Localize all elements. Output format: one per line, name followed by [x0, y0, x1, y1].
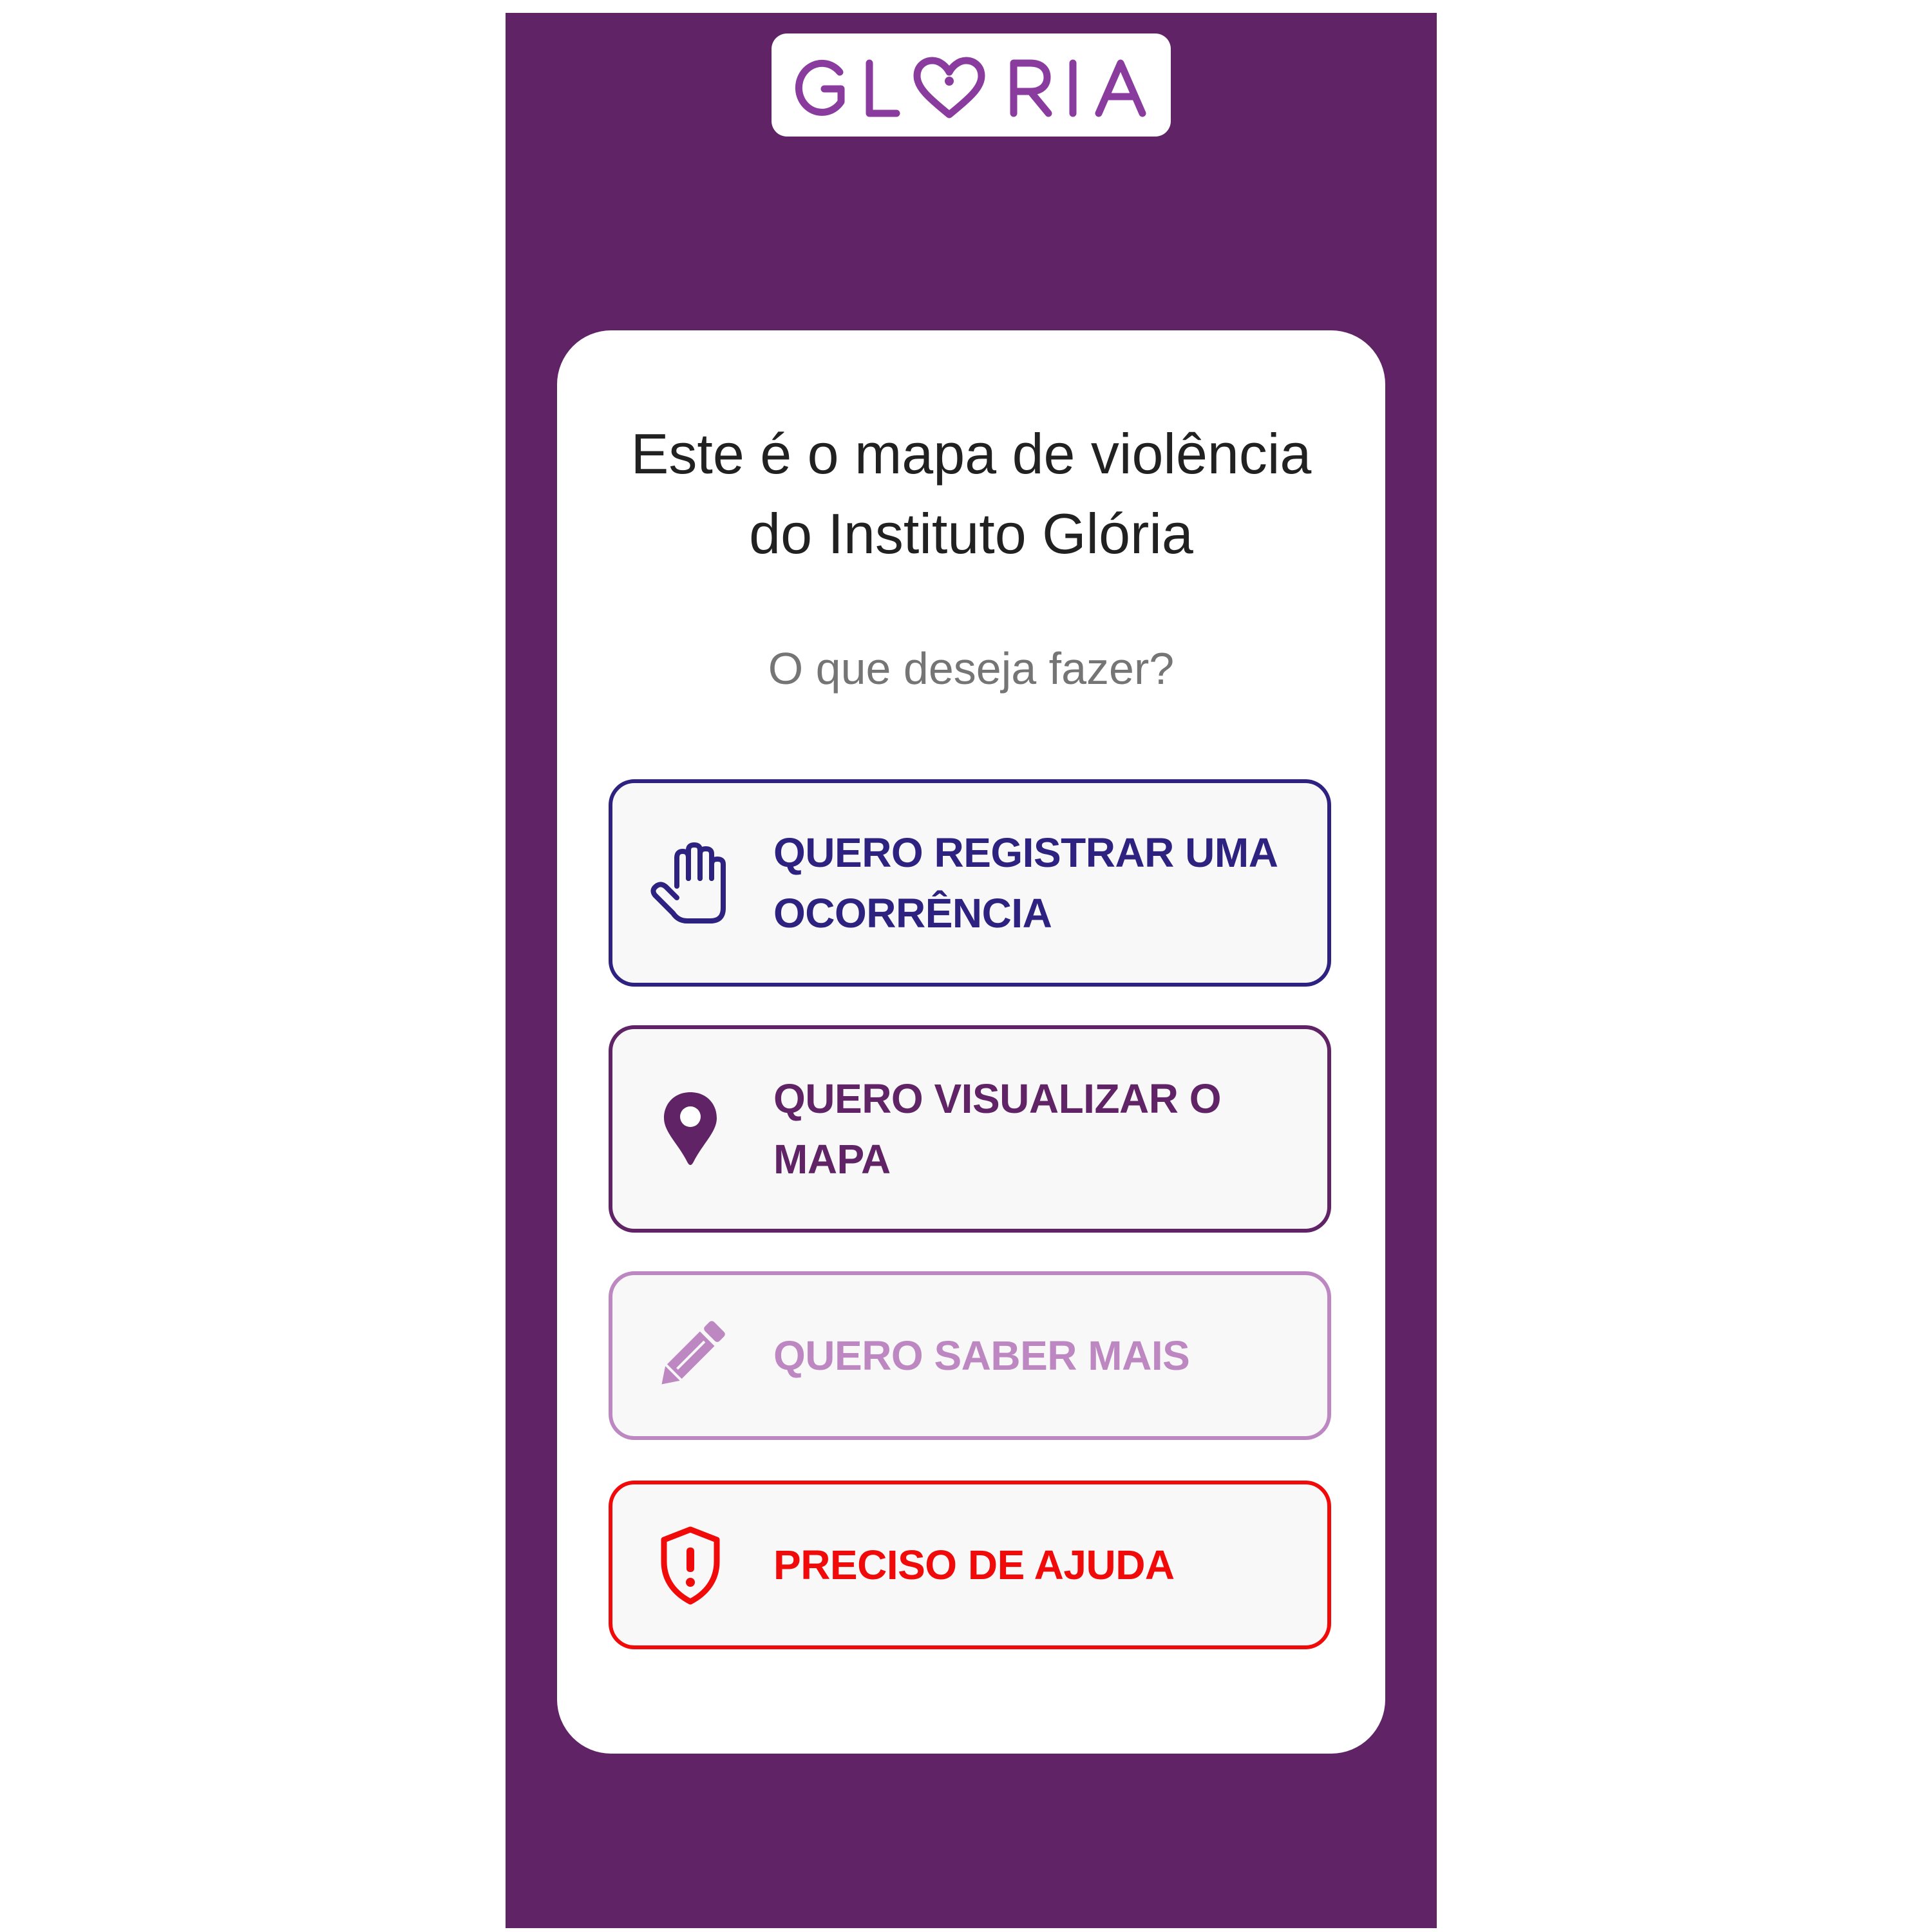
register-occurrence-button[interactable]: QUERO REGISTRAR UMA OCORRÊNCIA	[609, 779, 1331, 987]
shield-alert-icon	[649, 1523, 732, 1607]
page-subtitle: O que deseja fazer?	[768, 643, 1175, 694]
hand-stop-icon	[649, 841, 732, 925]
app-frame: Este é o mapa de violência do Instituto …	[506, 13, 1437, 1928]
view-map-button[interactable]: QUERO VISUALIZAR O MAPA	[609, 1025, 1331, 1233]
learn-more-button[interactable]: QUERO SABER MAIS	[609, 1271, 1331, 1440]
register-occurrence-label: QUERO REGISTRAR UMA OCORRÊNCIA	[773, 829, 1277, 936]
welcome-card: Este é o mapa de violência do Instituto …	[557, 330, 1385, 1754]
gloria-logo-icon	[795, 57, 1146, 118]
need-help-label: PRECISO DE AJUDA	[773, 1542, 1175, 1588]
logo	[772, 33, 1171, 137]
pencil-icon	[649, 1314, 732, 1397]
need-help-button[interactable]: PRECISO DE AJUDA	[609, 1481, 1331, 1649]
map-pin-icon	[649, 1087, 732, 1171]
page-title: Este é o mapa de violência do Instituto …	[630, 422, 1312, 565]
view-map-label: QUERO VISUALIZAR O MAPA	[773, 1075, 1222, 1182]
learn-more-label: QUERO SABER MAIS	[773, 1332, 1190, 1379]
